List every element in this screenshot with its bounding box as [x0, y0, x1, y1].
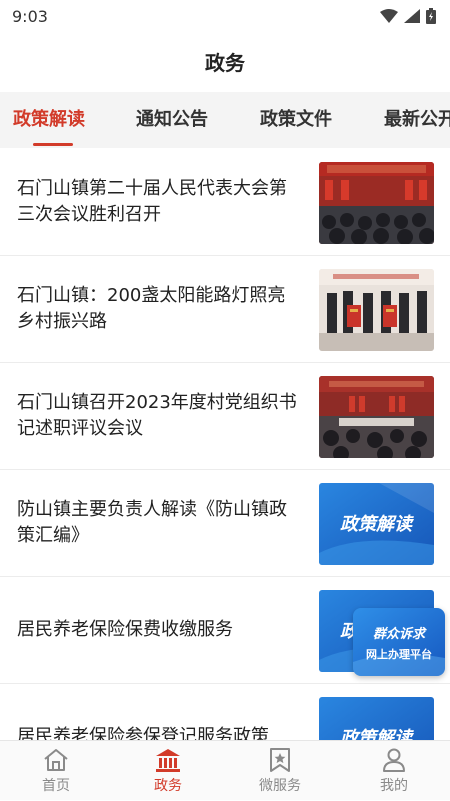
fab-line1: 群众诉求 — [373, 626, 427, 642]
nav-micro-service[interactable]: 微服务 — [224, 741, 336, 801]
tab-policy-interpretation[interactable]: 政策解读 — [13, 92, 85, 148]
category-tabs: 政策解读 通知公告 政策文件 最新公开 — [0, 92, 450, 148]
status-bar: 9:03 — [0, 0, 450, 32]
tab-latest-disclosure[interactable]: 最新公开 — [384, 92, 450, 148]
person-icon — [383, 748, 405, 772]
list-item[interactable]: 居民养老保险参保登记服务政策 政策解读 — [0, 683, 450, 740]
star-bookmark-icon — [270, 748, 290, 772]
nav-government[interactable]: 政务 — [112, 741, 224, 801]
bottom-nav: 首页 政务 微服务 我的 — [0, 740, 450, 800]
article-title: 石门山镇召开2023年度村党组织书记述职评议会议 — [17, 392, 297, 439]
meeting-hall-photo — [319, 162, 434, 244]
nav-label: 微服务 — [259, 778, 301, 794]
public-appeal-platform-button[interactable]: 群众诉求 网上办理平台 — [353, 608, 445, 676]
nav-label: 政务 — [154, 778, 182, 794]
article-title: 居民养老保险参保登记服务政策 — [17, 726, 269, 740]
nav-label: 我的 — [380, 778, 408, 794]
policy-banner: 政策解读 — [319, 483, 434, 565]
policy-banner: 政策解读 — [319, 697, 434, 740]
home-icon — [44, 749, 68, 771]
article-title: 石门山镇：200盏太阳能路灯照亮乡村振兴路 — [17, 285, 286, 332]
list-item[interactable]: 石门山镇：200盏太阳能路灯照亮乡村振兴路 — [0, 255, 450, 363]
nav-label: 首页 — [42, 778, 70, 794]
header: 政务 — [0, 32, 450, 90]
nav-mine[interactable]: 我的 — [338, 741, 450, 801]
banner-text: 政策解读 — [340, 728, 415, 740]
page-title: 政务 — [205, 50, 245, 75]
battery-icon — [426, 8, 436, 24]
signal-icon — [404, 9, 420, 23]
fab-line2: 网上办理平台 — [366, 647, 432, 661]
award-ceremony-photo — [319, 269, 434, 351]
tab-policy-documents[interactable]: 政策文件 — [260, 92, 332, 148]
list-item[interactable]: 石门山镇召开2023年度村党组织书记述职评议会议 — [0, 362, 450, 470]
government-building-icon — [156, 749, 180, 772]
nav-home[interactable]: 首页 — [0, 741, 112, 801]
article-title: 居民养老保险保费收缴服务 — [17, 619, 233, 640]
active-tab-indicator — [33, 143, 73, 146]
status-time: 9:03 — [12, 6, 48, 26]
list-item[interactable]: 防山镇主要负责人解读《防山镇政策汇编》 政策解读 — [0, 469, 450, 577]
tab-notices[interactable]: 通知公告 — [136, 92, 208, 148]
banner-text: 政策解读 — [340, 514, 415, 535]
status-icons — [380, 8, 436, 24]
list-item[interactable]: 石门山镇第二十届人民代表大会第三次会议胜利召开 — [0, 148, 450, 256]
wifi-icon — [380, 9, 398, 23]
conference-photo — [319, 376, 434, 458]
article-title: 石门山镇第二十届人民代表大会第三次会议胜利召开 — [17, 178, 287, 225]
article-title: 防山镇主要负责人解读《防山镇政策汇编》 — [17, 499, 287, 546]
